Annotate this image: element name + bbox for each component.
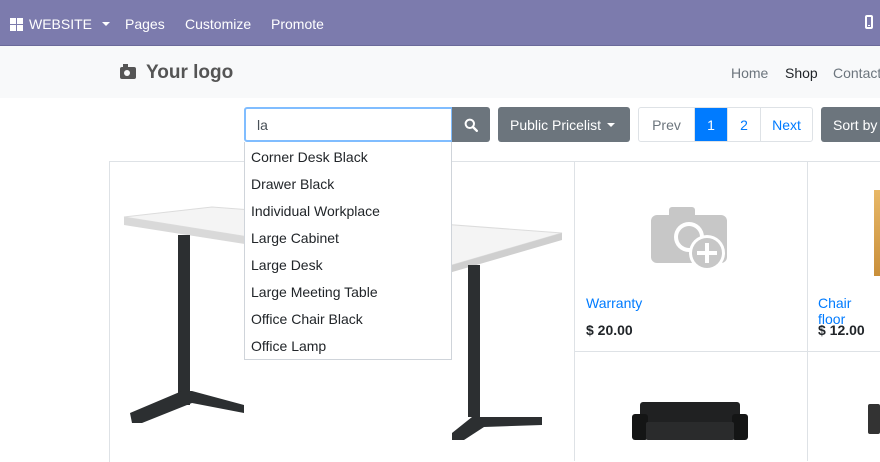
autocomplete-item[interactable]: Large Cabinet [245, 225, 451, 252]
website-menu[interactable]: WEBSITE [10, 16, 111, 32]
autocomplete-item[interactable]: Drawer Black [245, 171, 451, 198]
autocomplete-item[interactable]: Large Desk [245, 252, 451, 279]
topbar-link-promote[interactable]: Promote [271, 16, 324, 32]
pager-next[interactable]: Next [760, 108, 812, 141]
autocomplete-item[interactable]: Large Meeting Table [245, 279, 451, 306]
pager-page-2[interactable]: 2 [727, 108, 760, 141]
product-name[interactable]: Warranty [586, 295, 642, 311]
admin-topbar: WEBSITE Pages Customize Promote [0, 0, 880, 46]
autocomplete-item[interactable]: Individual Workplace [245, 198, 451, 225]
nav-shop[interactable]: Shop [785, 65, 818, 81]
website-menu-label: WEBSITE [29, 16, 93, 32]
autocomplete-item[interactable]: Office Lamp [245, 333, 451, 360]
apps-grid-icon [10, 17, 23, 31]
product-price: $ 20.00 [586, 322, 633, 338]
sofa-product-image[interactable] [632, 400, 748, 440]
grid-divider [575, 351, 880, 352]
pricelist-label: Public Pricelist [510, 116, 602, 133]
chair-product-image[interactable] [868, 404, 880, 434]
autocomplete-item[interactable]: Corner Desk Black [245, 144, 451, 171]
camera-icon [120, 64, 136, 79]
camera-placeholder-icon[interactable] [651, 205, 731, 273]
sort-dropdown[interactable]: Sort by [821, 107, 880, 142]
mobile-preview-icon[interactable] [865, 15, 873, 29]
nav-contact[interactable]: Contact [833, 65, 880, 81]
search-autocomplete-list: Corner Desk Black Drawer Black Individua… [244, 142, 452, 360]
chair-floor-image[interactable] [874, 190, 880, 276]
site-logo[interactable]: Your logo [120, 62, 233, 84]
pager-prev[interactable]: Prev [639, 108, 694, 141]
sort-label: Sort by [833, 116, 878, 133]
autocomplete-item[interactable]: Office Chair Black [245, 306, 451, 333]
caret-down-icon [102, 22, 111, 26]
topbar-link-pages[interactable]: Pages [125, 16, 165, 32]
product-search-input[interactable] [244, 107, 453, 142]
caret-down-icon [607, 122, 616, 127]
search-button[interactable] [452, 107, 490, 142]
pricelist-dropdown[interactable]: Public Pricelist [498, 107, 630, 142]
grid-divider [574, 161, 575, 461]
topbar-link-customize[interactable]: Customize [185, 16, 251, 32]
grid-divider [807, 161, 808, 461]
product-price: $ 12.00 [818, 322, 865, 338]
nav-home[interactable]: Home [731, 65, 768, 81]
pager-page-1[interactable]: 1 [694, 108, 727, 141]
logo-text: Your logo [146, 62, 234, 83]
search-icon [464, 118, 478, 132]
pagination: Prev 1 2 Next [638, 107, 813, 142]
